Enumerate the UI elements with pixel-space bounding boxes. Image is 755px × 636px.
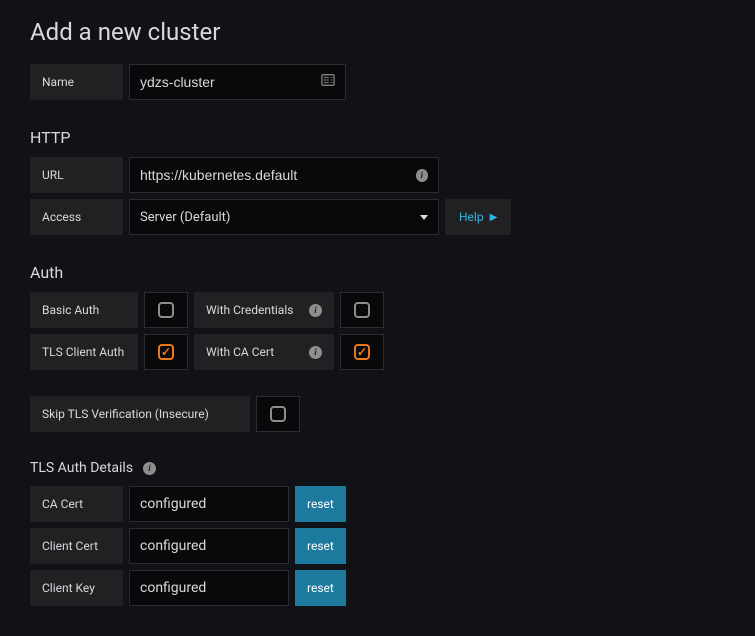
tls-client-auth-label: TLS Client Auth xyxy=(30,334,138,370)
chevron-down-icon xyxy=(420,215,428,220)
help-label: Help xyxy=(459,210,484,224)
info-icon[interactable]: i xyxy=(416,169,428,182)
client-cert-value: configured xyxy=(129,528,289,564)
checkbox-checked-icon xyxy=(158,344,174,360)
skip-tls-checkbox[interactable] xyxy=(256,396,300,432)
form-icon xyxy=(321,73,335,91)
access-label: Access xyxy=(30,199,123,235)
ca-cert-label: CA Cert xyxy=(30,486,123,522)
url-label: URL xyxy=(30,157,123,193)
with-credentials-label: With Credentials i xyxy=(194,292,334,328)
access-select[interactable]: Server (Default) xyxy=(129,199,439,235)
with-ca-cert-checkbox[interactable] xyxy=(340,334,384,370)
skip-tls-label: Skip TLS Verification (Insecure) xyxy=(30,396,250,432)
client-cert-reset-button[interactable]: reset xyxy=(295,528,346,564)
info-icon[interactable]: i xyxy=(309,304,322,317)
access-value: Server (Default) xyxy=(140,210,230,225)
ca-cert-reset-button[interactable]: reset xyxy=(295,486,346,522)
basic-auth-label: Basic Auth xyxy=(30,292,138,328)
ca-cert-value: configured xyxy=(129,486,289,522)
auth-section-title: Auth xyxy=(30,263,725,282)
http-section-title: HTTP xyxy=(30,128,725,147)
name-input-wrapper[interactable] xyxy=(129,64,346,100)
info-icon[interactable]: i xyxy=(309,346,322,359)
client-key-label: Client Key xyxy=(30,570,123,606)
checkbox-checked-icon xyxy=(354,344,370,360)
tls-client-auth-checkbox[interactable] xyxy=(144,334,188,370)
client-cert-label: Client Cert xyxy=(30,528,123,564)
client-key-reset-button[interactable]: reset xyxy=(295,570,346,606)
client-key-value: configured xyxy=(129,570,289,606)
page-title: Add a new cluster xyxy=(30,18,725,46)
tls-details-section-title: TLS Auth Details i xyxy=(30,460,725,476)
chevron-right-icon: ▶ xyxy=(490,212,498,223)
checkbox-unchecked-icon xyxy=(270,406,286,422)
info-icon[interactable]: i xyxy=(143,462,156,475)
checkbox-unchecked-icon xyxy=(354,302,370,318)
with-ca-cert-label: With CA Cert i xyxy=(194,334,334,370)
url-input[interactable] xyxy=(140,167,416,183)
name-input[interactable] xyxy=(140,74,321,90)
with-credentials-checkbox[interactable] xyxy=(340,292,384,328)
name-label: Name xyxy=(30,64,123,100)
basic-auth-checkbox[interactable] xyxy=(144,292,188,328)
help-button[interactable]: Help ▶ xyxy=(445,199,511,235)
url-input-wrapper[interactable]: i xyxy=(129,157,439,193)
checkbox-unchecked-icon xyxy=(158,302,174,318)
